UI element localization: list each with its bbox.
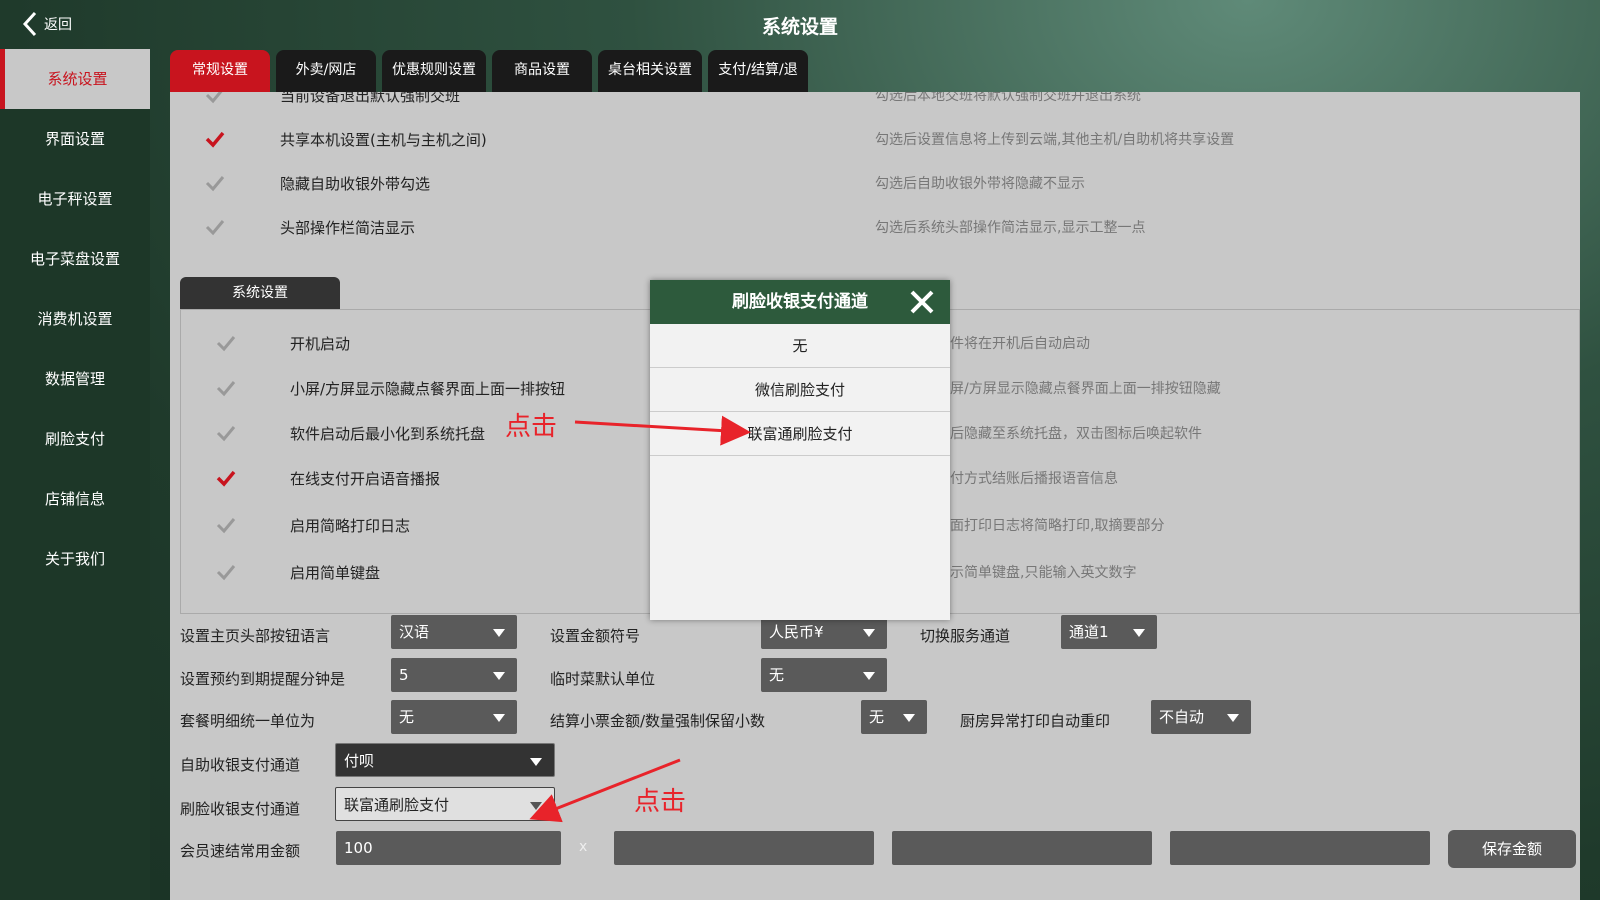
annotation-click-2: 点击 — [634, 787, 687, 817]
annotation-arrow — [574, 415, 751, 446]
annotation-arrows — [529, 415, 751, 823]
annotation-click-1: 点击 — [505, 412, 558, 442]
